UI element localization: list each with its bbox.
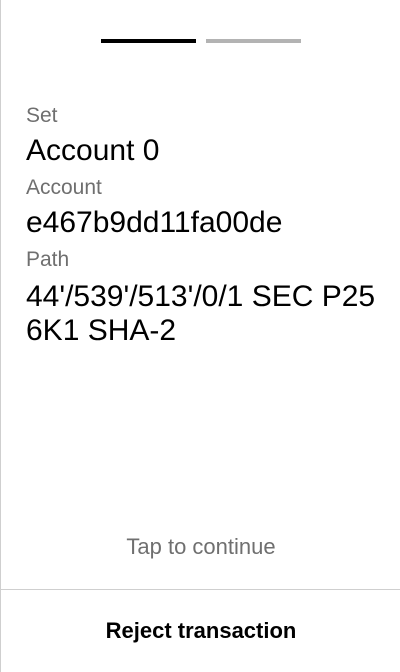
- reject-transaction-button[interactable]: Reject transaction: [1, 590, 400, 672]
- path-value: 44'/539'/513'/0/1 SEC P256K1 SHA-2: [26, 280, 376, 347]
- review-screen[interactable]: Set Account 0 Account e467b9dd11fa00de P…: [0, 0, 400, 672]
- transaction-details: Set Account 0 Account e467b9dd11fa00de P…: [26, 102, 380, 354]
- tap-to-continue-text[interactable]: Tap to continue: [1, 532, 400, 562]
- path-label: Path: [26, 248, 70, 271]
- set-value: Account 0: [26, 134, 160, 167]
- account-value: e467b9dd11fa00de: [26, 206, 283, 239]
- set-label: Set: [26, 104, 58, 127]
- page-indicator-inactive: [206, 39, 301, 43]
- page-indicator: [101, 39, 301, 43]
- account-label: Account: [26, 176, 102, 199]
- page-indicator-active: [101, 39, 196, 43]
